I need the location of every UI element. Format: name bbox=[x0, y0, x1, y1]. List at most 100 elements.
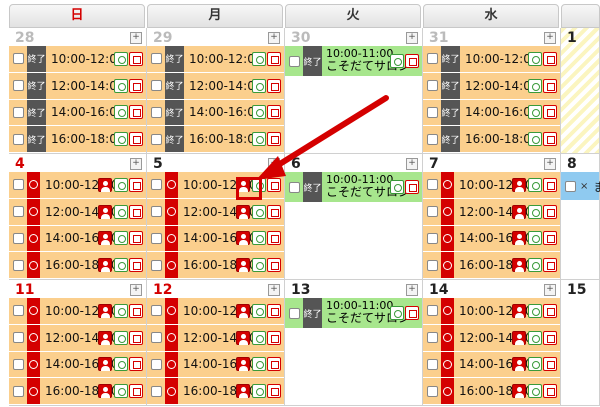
day-cell[interactable]: 15 bbox=[561, 280, 600, 406]
document-icon[interactable] bbox=[543, 303, 557, 318]
time-slot[interactable]: 12:00-14:00 bbox=[9, 324, 146, 351]
link-icon[interactable] bbox=[114, 231, 128, 246]
link-icon[interactable] bbox=[252, 258, 266, 273]
add-slot-button[interactable]: + bbox=[130, 284, 142, 296]
link-icon[interactable] bbox=[390, 306, 404, 320]
event-item[interactable]: 終了 10:00-11:00 こそだてサロン bbox=[285, 46, 422, 76]
document-icon[interactable] bbox=[267, 105, 281, 120]
day-cell[interactable]: 7 +10:00-12:00 12:00-14:00 14:00-16:00 16:00… bbox=[423, 154, 561, 280]
person-icon[interactable] bbox=[236, 258, 250, 273]
slot-checkbox[interactable] bbox=[13, 232, 24, 244]
document-icon[interactable] bbox=[267, 78, 281, 93]
slot-checkbox[interactable] bbox=[151, 206, 162, 218]
document-icon[interactable] bbox=[129, 231, 143, 246]
person-icon[interactable] bbox=[98, 357, 112, 372]
person-icon[interactable] bbox=[98, 303, 112, 318]
document-icon[interactable] bbox=[267, 231, 281, 246]
slot-checkbox[interactable] bbox=[151, 385, 162, 397]
day-cell[interactable]: 28 + 終了 10:00-12:00 終了 12:00-14:00 終了 14:00-16:… bbox=[9, 28, 147, 154]
slot-checkbox[interactable] bbox=[427, 232, 438, 244]
add-slot-button[interactable]: + bbox=[268, 158, 280, 170]
day-cell[interactable]: 5 +10:00-12:00 12:00-14:00 14:00-16:00 16:00… bbox=[147, 154, 285, 280]
link-icon[interactable] bbox=[528, 177, 542, 192]
person-icon[interactable] bbox=[236, 204, 250, 219]
link-icon[interactable] bbox=[528, 105, 542, 120]
person-icon[interactable] bbox=[512, 177, 526, 192]
slot-checkbox[interactable] bbox=[13, 106, 24, 118]
link-icon[interactable] bbox=[114, 357, 128, 372]
document-icon[interactable] bbox=[267, 132, 281, 147]
link-icon[interactable] bbox=[114, 204, 128, 219]
slot-checkbox[interactable] bbox=[13, 80, 24, 92]
person-icon[interactable] bbox=[512, 303, 526, 318]
time-slot[interactable]: 16:00-18:00 bbox=[423, 252, 560, 278]
document-icon[interactable] bbox=[129, 330, 143, 345]
time-slot[interactable]: 14:00-16:00 bbox=[147, 225, 284, 252]
person-icon[interactable] bbox=[98, 330, 112, 345]
time-slot[interactable]: 16:00-18:00 bbox=[9, 378, 146, 404]
document-icon[interactable] bbox=[267, 177, 281, 192]
day-cell[interactable]: 12 +10:00-12:00 12:00-14:00 14:00-16:00 16:0… bbox=[147, 280, 285, 406]
document-icon[interactable] bbox=[543, 204, 557, 219]
time-slot[interactable]: 終了 14:00-16:00 bbox=[147, 99, 284, 126]
link-icon[interactable] bbox=[252, 357, 266, 372]
document-icon[interactable] bbox=[129, 132, 143, 147]
person-icon[interactable] bbox=[512, 357, 526, 372]
add-slot-button[interactable]: + bbox=[406, 284, 418, 296]
link-icon[interactable] bbox=[528, 330, 542, 345]
document-icon[interactable] bbox=[129, 258, 143, 273]
time-slot[interactable]: 14:00-16:00 bbox=[9, 225, 146, 252]
document-icon[interactable] bbox=[543, 384, 557, 399]
link-icon[interactable] bbox=[528, 78, 542, 93]
time-slot[interactable]: 終了 14:00-16:00 bbox=[9, 99, 146, 126]
slot-checkbox[interactable] bbox=[427, 259, 438, 271]
slot-checkbox[interactable] bbox=[13, 332, 24, 344]
slot-checkbox[interactable] bbox=[13, 53, 24, 65]
add-slot-button[interactable]: + bbox=[406, 32, 418, 44]
slot-checkbox[interactable] bbox=[151, 332, 162, 344]
slot-checkbox[interactable] bbox=[151, 80, 162, 92]
day-cell[interactable]: 11 +10:00-12:00 12:00-14:00 14:00-16:00 16:0… bbox=[9, 280, 147, 406]
link-icon[interactable] bbox=[114, 384, 128, 399]
time-slot[interactable]: 終了 12:00-14:00 bbox=[9, 72, 146, 99]
document-icon[interactable] bbox=[129, 78, 143, 93]
add-slot-button[interactable]: + bbox=[406, 158, 418, 170]
day-cell[interactable]: 31 + 終了 10:00-12:00 終了 12:00-14:00 終了 14:00-16:… bbox=[423, 28, 561, 154]
document-icon[interactable] bbox=[543, 330, 557, 345]
day-cell[interactable]: 29 + 終了 10:00-12:00 終了 12:00-14:00 終了 14:00-16:… bbox=[147, 28, 285, 154]
add-slot-button[interactable]: + bbox=[544, 32, 556, 44]
slot-checkbox[interactable] bbox=[151, 179, 162, 191]
time-slot[interactable]: 14:00-16:00 bbox=[147, 351, 284, 378]
time-slot[interactable]: 12:00-14:00 bbox=[147, 198, 284, 225]
link-icon[interactable] bbox=[252, 231, 266, 246]
event-item[interactable]: 終了 10:00-11:00 こそだてサロン bbox=[285, 298, 422, 328]
day-cell[interactable]: 6 + 終了 10:00-11:00 こそだてサロン bbox=[285, 154, 423, 280]
document-icon[interactable] bbox=[405, 54, 419, 68]
slot-checkbox[interactable] bbox=[427, 133, 438, 145]
document-icon[interactable] bbox=[267, 303, 281, 318]
time-slot[interactable]: 10:00-12:00 bbox=[9, 172, 146, 198]
slot-checkbox[interactable] bbox=[427, 305, 438, 317]
slot-checkbox[interactable] bbox=[151, 259, 162, 271]
link-icon[interactable] bbox=[252, 105, 266, 120]
link-icon[interactable] bbox=[114, 303, 128, 318]
slot-checkbox[interactable] bbox=[427, 53, 438, 65]
day-cell[interactable]: 1 bbox=[561, 28, 600, 154]
slot-checkbox[interactable] bbox=[13, 358, 24, 370]
link-icon[interactable] bbox=[114, 177, 128, 192]
slot-checkbox[interactable] bbox=[151, 133, 162, 145]
delete-icon[interactable]: × bbox=[580, 181, 588, 192]
document-icon[interactable] bbox=[543, 105, 557, 120]
document-icon[interactable] bbox=[129, 51, 143, 66]
time-slot[interactable]: 終了 16:00-18:00 bbox=[147, 126, 284, 152]
slot-checkbox[interactable] bbox=[427, 358, 438, 370]
link-icon[interactable] bbox=[390, 180, 404, 194]
time-slot[interactable]: 10:00-12:00 bbox=[147, 298, 284, 324]
slot-checkbox[interactable] bbox=[151, 53, 162, 65]
person-icon[interactable] bbox=[236, 303, 250, 318]
time-slot[interactable]: 終了 10:00-12:00 bbox=[423, 46, 560, 72]
document-icon[interactable] bbox=[405, 306, 419, 320]
add-slot-button[interactable]: + bbox=[130, 158, 142, 170]
link-icon[interactable] bbox=[252, 51, 266, 66]
document-icon[interactable] bbox=[405, 180, 419, 194]
